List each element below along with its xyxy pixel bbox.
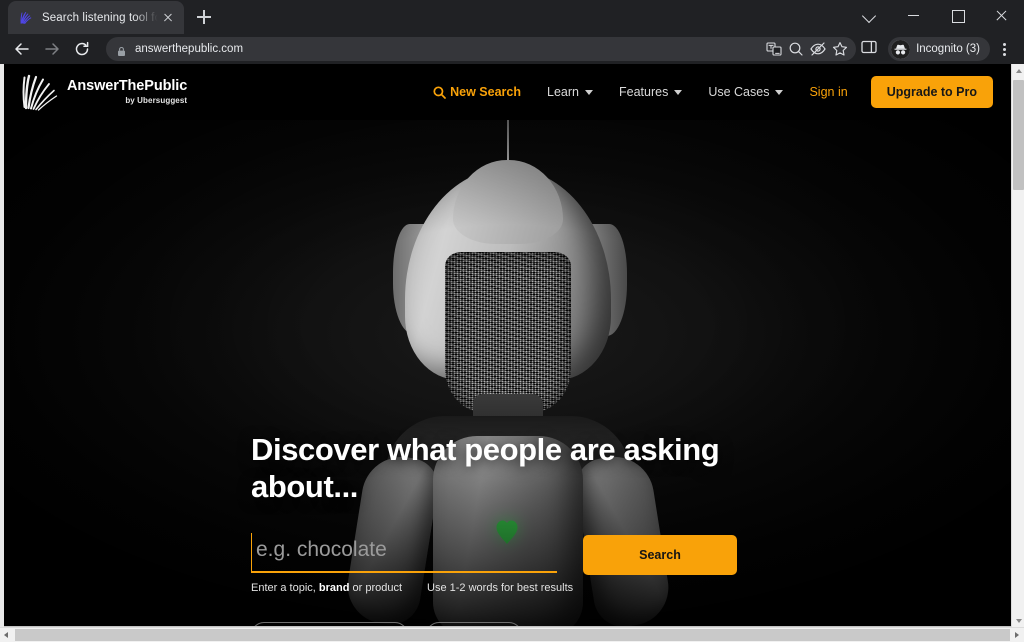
locale-selectors: PL Poland Polski: [251, 622, 771, 626]
horizontal-scrollbar[interactable]: [0, 627, 1024, 642]
address-bar[interactable]: answerthepublic.com: [106, 37, 857, 61]
reload-icon[interactable]: [68, 35, 96, 63]
robot-face-screen: [444, 252, 571, 412]
omnibox-actions: [764, 39, 852, 59]
nav-item-sign-in[interactable]: Sign in: [796, 85, 860, 99]
language-select[interactable]: Polski: [426, 622, 522, 626]
translate-icon[interactable]: [764, 39, 784, 59]
chevron-down-icon: [775, 89, 784, 95]
search-icon: [433, 85, 446, 99]
vertical-scrollbar[interactable]: [1011, 64, 1024, 628]
tab-strip: Search listening tool for market,: [0, 0, 1024, 34]
browser-window: Search listening tool for market,: [0, 0, 1024, 642]
logo-text-block: AnswerThePublic by Ubersuggest: [67, 79, 187, 105]
nav-label: Features: [618, 85, 669, 99]
incognito-label: Incognito (3): [916, 43, 980, 55]
logo-name: AnswerThePublic: [67, 78, 188, 95]
url-text: answerthepublic.com: [135, 43, 244, 55]
answerthepublic-logo-icon: [18, 72, 60, 112]
nav-label: New Search: [450, 85, 521, 99]
search-field-wrapper: Enter a topic, brand or product Use 1-2 …: [251, 533, 573, 595]
vertical-scrollbar-thumb[interactable]: [1013, 80, 1024, 190]
zoom-icon[interactable]: [786, 39, 806, 59]
back-arrow-icon[interactable]: [8, 35, 36, 63]
forward-arrow-icon: [38, 35, 66, 63]
chrome-menu-icon[interactable]: [992, 37, 1016, 61]
chevron-down-icon: [674, 89, 683, 95]
side-panel-icon[interactable]: [858, 36, 884, 62]
main-navigation: New Search Learn Features Use Cases Sign…: [420, 76, 993, 108]
hint-word-count: Use 1-2 words for best results: [427, 582, 574, 595]
maximize-button[interactable]: [936, 0, 980, 30]
chevron-down-icon: [584, 89, 593, 95]
scroll-left-arrow-icon[interactable]: [0, 628, 14, 642]
web-page: AnswerThePublic by Ubersuggest New Searc…: [4, 64, 1011, 626]
nav-label: Sign in: [809, 85, 848, 99]
nav-label: Use Cases: [708, 85, 770, 99]
site-header: AnswerThePublic by Ubersuggest New Searc…: [4, 64, 1011, 120]
page-title: Discover what people are asking about...: [251, 432, 720, 504]
scroll-up-arrow-icon[interactable]: [1012, 64, 1024, 77]
hero-content: Discover what people are asking about...…: [251, 432, 771, 626]
country-select[interactable]: PL Poland: [251, 622, 408, 626]
nav-label: Learn: [547, 85, 579, 99]
browser-tab[interactable]: Search listening tool for market,: [8, 1, 184, 34]
search-input[interactable]: [251, 533, 557, 574]
nav-item-use-cases[interactable]: Use Cases: [695, 85, 796, 99]
incognito-avatar-icon: [891, 39, 911, 59]
search-button[interactable]: Search: [583, 535, 737, 576]
hint-topic-brand-product: Enter a topic, brand or product: [251, 582, 403, 595]
page-viewport: AnswerThePublic by Ubersuggest New Searc…: [0, 64, 1024, 642]
site-logo[interactable]: AnswerThePublic by Ubersuggest: [18, 72, 187, 112]
viewport-left-edge: [0, 64, 4, 642]
logo-subtitle: by Ubersuggest: [125, 95, 188, 105]
nav-item-new-search[interactable]: New Search: [420, 85, 534, 99]
robot-head-crest: [452, 160, 563, 244]
horizontal-scrollbar-thumb[interactable]: [15, 629, 1010, 641]
tab-close-icon[interactable]: [160, 10, 176, 26]
bookmark-star-icon[interactable]: [830, 39, 850, 59]
scroll-right-arrow-icon[interactable]: [1010, 628, 1024, 642]
search-row: Enter a topic, brand or product Use 1-2 …: [251, 533, 771, 594]
tab-title: Search listening tool for market,: [42, 11, 160, 24]
window-close-button[interactable]: [980, 0, 1024, 30]
window-controls: [848, 0, 1024, 30]
nav-item-features[interactable]: Features: [606, 85, 695, 99]
search-tabs-chevron-down-icon[interactable]: [848, 0, 892, 30]
profile-incognito-button[interactable]: Incognito (3): [888, 37, 990, 61]
browser-toolbar: answerthepublic.com Incognito (3): [0, 34, 1024, 64]
search-hints: Enter a topic, brand or product Use 1-2 …: [251, 582, 573, 595]
lock-icon: [116, 44, 127, 56]
tracking-protection-eye-off-icon[interactable]: [808, 39, 828, 59]
minimize-button[interactable]: [892, 0, 936, 30]
answerthepublic-favicon-icon: [18, 10, 34, 26]
upgrade-to-pro-button[interactable]: Upgrade to Pro: [870, 76, 993, 108]
nav-item-learn[interactable]: Learn: [534, 85, 606, 99]
new-tab-button[interactable]: [190, 3, 218, 31]
browser-chrome: Search listening tool for market,: [0, 0, 1024, 64]
